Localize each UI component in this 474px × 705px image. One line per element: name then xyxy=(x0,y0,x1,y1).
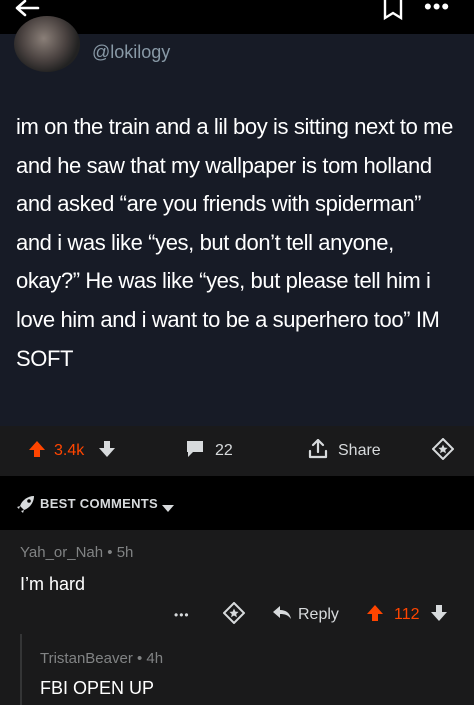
comment-more-button[interactable]: ••• xyxy=(174,600,190,630)
comment-age: 5h xyxy=(116,544,134,561)
share-button[interactable]: Share xyxy=(308,426,381,476)
comments-section: Yah_or_Nah • 5h I’m hard ••• Reply 112 T… xyxy=(0,530,474,705)
comments-button[interactable]: 22 xyxy=(185,426,233,476)
comment-age: 4h xyxy=(146,650,164,667)
comment-downvote-button[interactable] xyxy=(430,600,448,630)
downvote-icon xyxy=(98,440,116,463)
comment-actions: ••• Reply 112 xyxy=(0,600,474,630)
tweet-text: im on the train and a lil boy is sitting… xyxy=(16,114,453,371)
award-button[interactable] xyxy=(431,426,455,476)
avatar xyxy=(14,16,80,72)
tweet-handle: @lokilogy xyxy=(92,42,171,62)
reply-button[interactable]: Reply xyxy=(272,600,339,630)
upvote-button[interactable] xyxy=(28,426,46,476)
award-icon xyxy=(431,437,455,465)
upvote-icon xyxy=(366,604,384,627)
more-icon: ••• xyxy=(174,608,190,622)
post-action-bar: 3.4k 22 Share xyxy=(0,426,474,476)
sort-label: BEST COMMENTS xyxy=(40,496,159,511)
meta-separator: • xyxy=(136,650,147,667)
comment-sort-bar[interactable]: BEST COMMENTS xyxy=(0,476,474,530)
bookmark-icon[interactable] xyxy=(380,0,406,24)
tweet-screenshot[interactable]: @lokilogy im on the train and a lil boy … xyxy=(0,16,474,426)
meta-separator: • xyxy=(107,544,117,561)
share-label: Share xyxy=(338,442,381,459)
reply-icon xyxy=(272,605,292,626)
comment-icon xyxy=(185,440,205,463)
comment-score: 112 xyxy=(394,606,420,623)
comment-upvote-button[interactable] xyxy=(366,600,384,630)
comment-meta: TristanBeaver • 4h xyxy=(40,650,163,667)
upvote-icon xyxy=(28,440,46,463)
more-icon[interactable]: ••• xyxy=(424,0,454,20)
chevron-down-icon xyxy=(162,500,174,518)
thread-line[interactable] xyxy=(20,634,22,705)
downvote-icon xyxy=(430,604,448,627)
comment-meta: Yah_or_Nah • 5h xyxy=(20,544,133,561)
comment-count: 22 xyxy=(215,442,233,459)
reply-label: Reply xyxy=(298,606,339,623)
comment-award-button[interactable] xyxy=(222,600,246,630)
rocket-icon xyxy=(16,494,36,519)
downvote-button[interactable] xyxy=(98,426,116,476)
comment-author[interactable]: Yah_or_Nah xyxy=(20,544,103,561)
comment-body: FBI OPEN UP xyxy=(40,678,155,698)
post-score: 3.4k xyxy=(54,442,85,459)
award-icon xyxy=(222,601,246,629)
comment-body: I’m hard xyxy=(20,574,86,594)
comment-author[interactable]: TristanBeaver xyxy=(40,650,133,667)
share-icon xyxy=(308,438,328,464)
